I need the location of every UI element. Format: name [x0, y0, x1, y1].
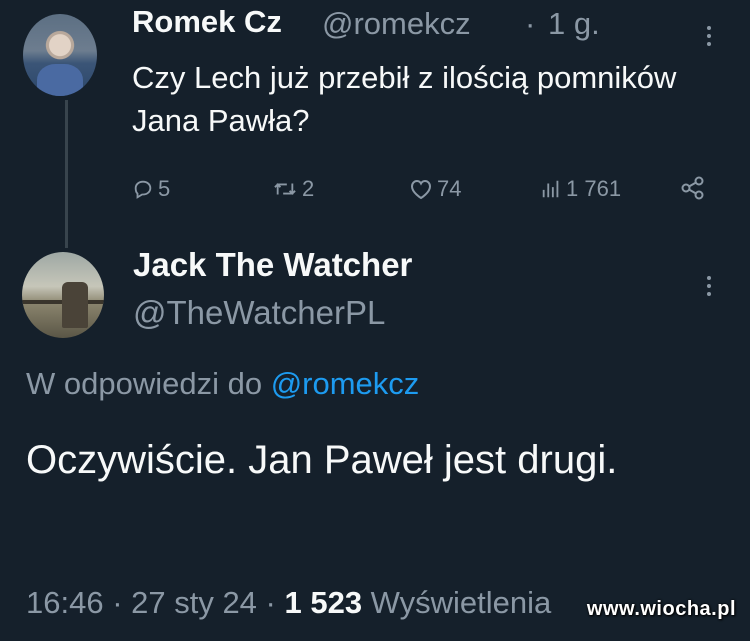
retweet-count: 2: [302, 176, 315, 201]
share-icon: [681, 176, 704, 200]
reply-prefix: W odpowiedzi do: [26, 366, 263, 401]
tweet-time[interactable]: 1 g.: [548, 6, 600, 42]
like-count: 74: [437, 176, 462, 201]
author-name[interactable]: Romek Cz: [132, 4, 282, 40]
separator: ·: [525, 6, 536, 41]
tweet-actions: 5 2 74 1 761: [132, 176, 722, 206]
views-count: 1 761: [566, 176, 622, 201]
reply-button[interactable]: 5: [132, 176, 170, 202]
reply-icon: [134, 180, 152, 199]
reply-meta: 16:46 · 27 sty 24 · 1 523 Wyświetlenia: [26, 585, 551, 621]
avatar-romek[interactable]: [23, 14, 97, 96]
watermark: www.wiocha.pl: [586, 598, 736, 620]
reply-count: 5: [158, 176, 171, 201]
reply-to-line: W odpowiedzi do @romekcz: [26, 366, 419, 402]
more-icon[interactable]: [702, 272, 716, 302]
avatar-watcher[interactable]: [22, 252, 104, 338]
reply-text: Oczywiście. Jan Paweł jest drugi.: [26, 438, 618, 482]
reply-timestamp[interactable]: 16:46 · 27 sty 24 ·: [26, 585, 284, 620]
like-button[interactable]: 74: [409, 176, 461, 202]
reply-views-label: Wyświetlenia: [362, 585, 552, 620]
like-icon: [410, 179, 432, 200]
author-handle[interactable]: @romekcz: [322, 6, 471, 42]
reply-author-name[interactable]: Jack The Watcher: [133, 246, 412, 284]
tweet-text: Czy Lech już przebił z ilością pomników …: [132, 60, 677, 138]
reply-author-handle[interactable]: @TheWatcherPL: [133, 294, 385, 332]
reply-mention-link[interactable]: @romekcz: [271, 366, 420, 401]
avatar-shirt: [37, 64, 83, 96]
thread-line: [65, 100, 68, 248]
reply-views-count: 1 523: [284, 585, 363, 620]
retweet-icon: [274, 183, 296, 195]
views-button[interactable]: 1 761: [540, 176, 621, 202]
share-button[interactable]: [680, 176, 706, 200]
views-icon: [542, 180, 559, 198]
avatar-figure: [62, 282, 88, 328]
retweet-button[interactable]: 2: [272, 176, 314, 202]
more-icon[interactable]: [702, 22, 716, 52]
